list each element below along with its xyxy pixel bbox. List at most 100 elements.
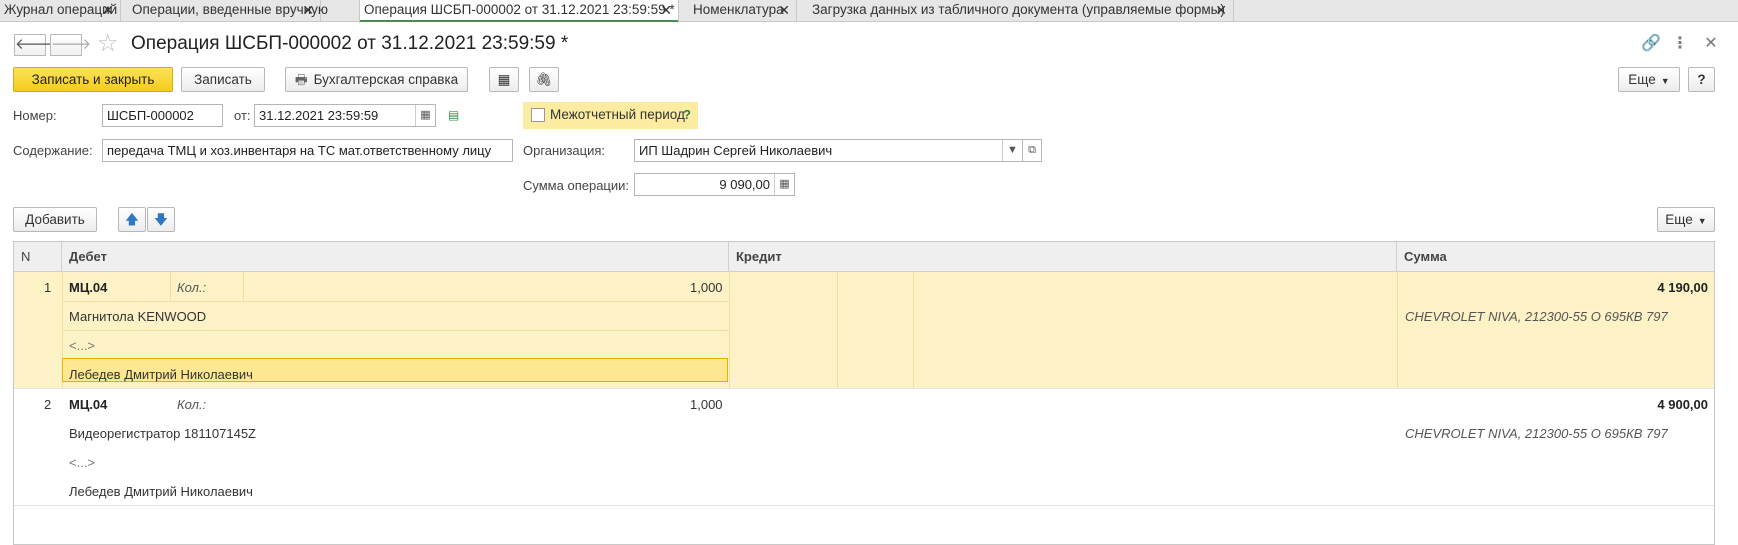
table-row[interactable]: 1 МЦ.04 Кол.: 1,000 Магнитола KENWOOD <.… <box>14 272 1714 388</box>
tab-nomenclature[interactable]: Номенклатура ✕ <box>689 0 797 22</box>
move-up-button[interactable]: 🡅 <box>118 207 146 232</box>
debit-subconto-person[interactable]: Лебедев Дмитрий Николаевич <box>69 484 253 499</box>
date-field[interactable]: 31.12.2021 23:59:59 ▦ <box>254 104 436 127</box>
close-window-icon[interactable]: ✕ <box>1702 33 1720 53</box>
tab-manual-operations[interactable]: Операции, введенные вручную ✕ <box>128 0 328 22</box>
tab-label: Номенклатура <box>693 2 784 17</box>
interperiod-label: Межотчетный период <box>550 107 685 122</box>
debit-subconto-empty[interactable]: <...> <box>69 455 95 470</box>
debit-subconto-person[interactable]: Лебедев Дмитрий Николаевич <box>69 367 253 382</box>
move-down-button[interactable]: 🡇 <box>147 207 175 232</box>
column-divider <box>170 272 171 301</box>
row-sum[interactable]: 4 190,00 <box>1657 280 1708 295</box>
calculator-icon[interactable]: ▦ <box>774 174 794 195</box>
content-label: Содержание: <box>13 143 93 158</box>
column-header-debit[interactable]: Дебет <box>62 242 729 272</box>
forward-button[interactable]: 🡒 <box>50 34 91 56</box>
attach-button[interactable]: 🖇 <box>529 67 559 92</box>
table-more-label: Еще <box>1665 212 1693 227</box>
table-row[interactable]: 2 МЦ.04 Кол.: 1,000 Видеорегистратор 181… <box>14 389 1714 505</box>
number-label: Номер: <box>13 108 57 123</box>
quantity-label: Кол.: <box>177 280 207 295</box>
close-icon[interactable]: ✕ <box>102 0 114 20</box>
more-button[interactable]: Еще ▼ <box>1618 67 1680 92</box>
help-button[interactable]: ? <box>1688 67 1715 92</box>
arrow-up-icon: 🡅 <box>125 212 139 227</box>
interperiod-help-icon[interactable]: ? <box>683 107 691 122</box>
interperiod-checkbox[interactable] <box>531 108 545 122</box>
table-header: N Дебет Кредит Сумма <box>14 242 1714 272</box>
date-history-icon[interactable]: ▤ <box>448 108 459 122</box>
close-icon[interactable]: ✕ <box>302 0 314 20</box>
table-more-button[interactable]: Еще ▼ <box>1657 207 1715 232</box>
entries-table: N Дебет Кредит Сумма 1 МЦ.04 Кол.: 1,000… <box>13 241 1715 545</box>
row-sum-note[interactable]: CHEVROLET NIVA, 212300-55 О 695КВ 797 <box>1405 426 1668 441</box>
favorite-star-icon[interactable]: ☆ <box>97 31 119 57</box>
column-header-n[interactable]: N <box>14 242 62 272</box>
column-divider <box>243 272 244 301</box>
more-label: Еще <box>1628 72 1656 87</box>
organization-field[interactable]: ИП Шадрин Сергей Николаевич ▼ <box>634 139 1023 162</box>
hierarchy-icon: ▦ <box>497 72 511 87</box>
number-field[interactable]: ШСБП-000002 <box>102 104 223 127</box>
close-icon[interactable]: ✕ <box>660 0 672 20</box>
save-button[interactable]: Записать <box>181 67 265 92</box>
row-number: 2 <box>44 397 52 412</box>
organization-value: ИП Шадрин Сергей Николаевич <box>639 143 833 158</box>
content-field[interactable]: передача ТМЦ и хоз.инвентаря на ТС мат.о… <box>102 139 513 162</box>
interperiod-checkbox-area[interactable]: Межотчетный период ? <box>523 102 698 129</box>
arrow-down-icon: 🡇 <box>154 212 168 227</box>
accounting-report-label: Бухгалтерская справка <box>313 72 459 87</box>
tab-label: Операция ШСБП-000002 от 31.12.2021 23:59… <box>364 2 675 17</box>
page-title: Операция ШСБП-000002 от 31.12.2021 23:59… <box>131 33 569 54</box>
row-number: 1 <box>44 280 52 295</box>
close-icon[interactable]: ✕ <box>1215 0 1227 20</box>
calendar-icon[interactable]: ▦ <box>415 105 435 126</box>
debit-subconto-item[interactable]: Магнитола KENWOOD <box>69 309 206 324</box>
debit-account[interactable]: МЦ.04 <box>69 397 107 412</box>
open-organization-button[interactable]: ⧉ <box>1022 139 1042 162</box>
open-icon: ⧉ <box>1028 144 1036 156</box>
debit-subconto-item[interactable]: Видеорегистратор 181107145Z <box>69 426 256 441</box>
link-icon[interactable]: 🔗 <box>1641 33 1661 53</box>
tab-label: Загрузка данных из табличного документа … <box>812 2 1225 17</box>
sum-field[interactable]: 9 090,00 ▦ <box>634 173 795 196</box>
debit-account[interactable]: МЦ.04 <box>69 280 107 295</box>
caret-down-icon: ▼ <box>1697 216 1707 226</box>
tab-label: Операции, введенные вручную <box>132 2 328 17</box>
save-and-close-button[interactable]: Записать и закрыть <box>13 67 173 92</box>
dropdown-icon[interactable]: ▼ <box>1002 140 1022 161</box>
row-divider <box>14 505 1714 506</box>
back-button[interactable]: 🡐 <box>14 34 55 56</box>
column-divider <box>729 272 730 388</box>
tab-data-import[interactable]: Загрузка данных из табличного документа … <box>808 0 1234 22</box>
add-row-button[interactable]: Добавить <box>13 207 97 232</box>
date-label: от: <box>234 108 251 123</box>
printer-icon: 🖶 <box>294 72 308 87</box>
quantity-value[interactable]: 1,000 <box>690 397 723 412</box>
paperclip-icon: 🖇 <box>535 72 553 87</box>
tab-operations-journal[interactable]: Журнал операций ✕ <box>0 0 121 22</box>
column-divider <box>1397 272 1398 388</box>
more-vertical-icon[interactable]: ⋮ <box>1671 33 1689 53</box>
column-divider <box>913 272 914 388</box>
quantity-label: Кол.: <box>177 397 207 412</box>
column-divider <box>837 272 838 388</box>
row-sum-note[interactable]: CHEVROLET NIVA, 212300-55 О 695КВ 797 <box>1405 309 1668 324</box>
cell-divider <box>62 301 729 302</box>
accounting-report-button[interactable]: 🖶 Бухгалтерская справка <box>285 67 468 92</box>
sum-label: Сумма операции: <box>523 178 629 193</box>
organization-label: Организация: <box>523 143 606 158</box>
row-sum[interactable]: 4 900,00 <box>1657 397 1708 412</box>
date-value: 31.12.2021 23:59:59 <box>259 108 379 123</box>
debit-subconto-empty[interactable]: <...> <box>69 338 95 353</box>
arrow-right-icon: 🡒 <box>51 36 92 53</box>
tab-label: Журнал операций <box>4 2 118 17</box>
column-header-sum[interactable]: Сумма <box>1397 242 1714 272</box>
close-icon[interactable]: ✕ <box>778 0 790 20</box>
column-header-credit[interactable]: Кредит <box>729 242 1397 272</box>
structure-button[interactable]: ▦ <box>489 67 519 92</box>
caret-down-icon: ▼ <box>1660 76 1670 86</box>
tab-operation-current[interactable]: Операция ШСБП-000002 от 31.12.2021 23:59… <box>359 0 679 23</box>
quantity-value[interactable]: 1,000 <box>690 280 723 295</box>
